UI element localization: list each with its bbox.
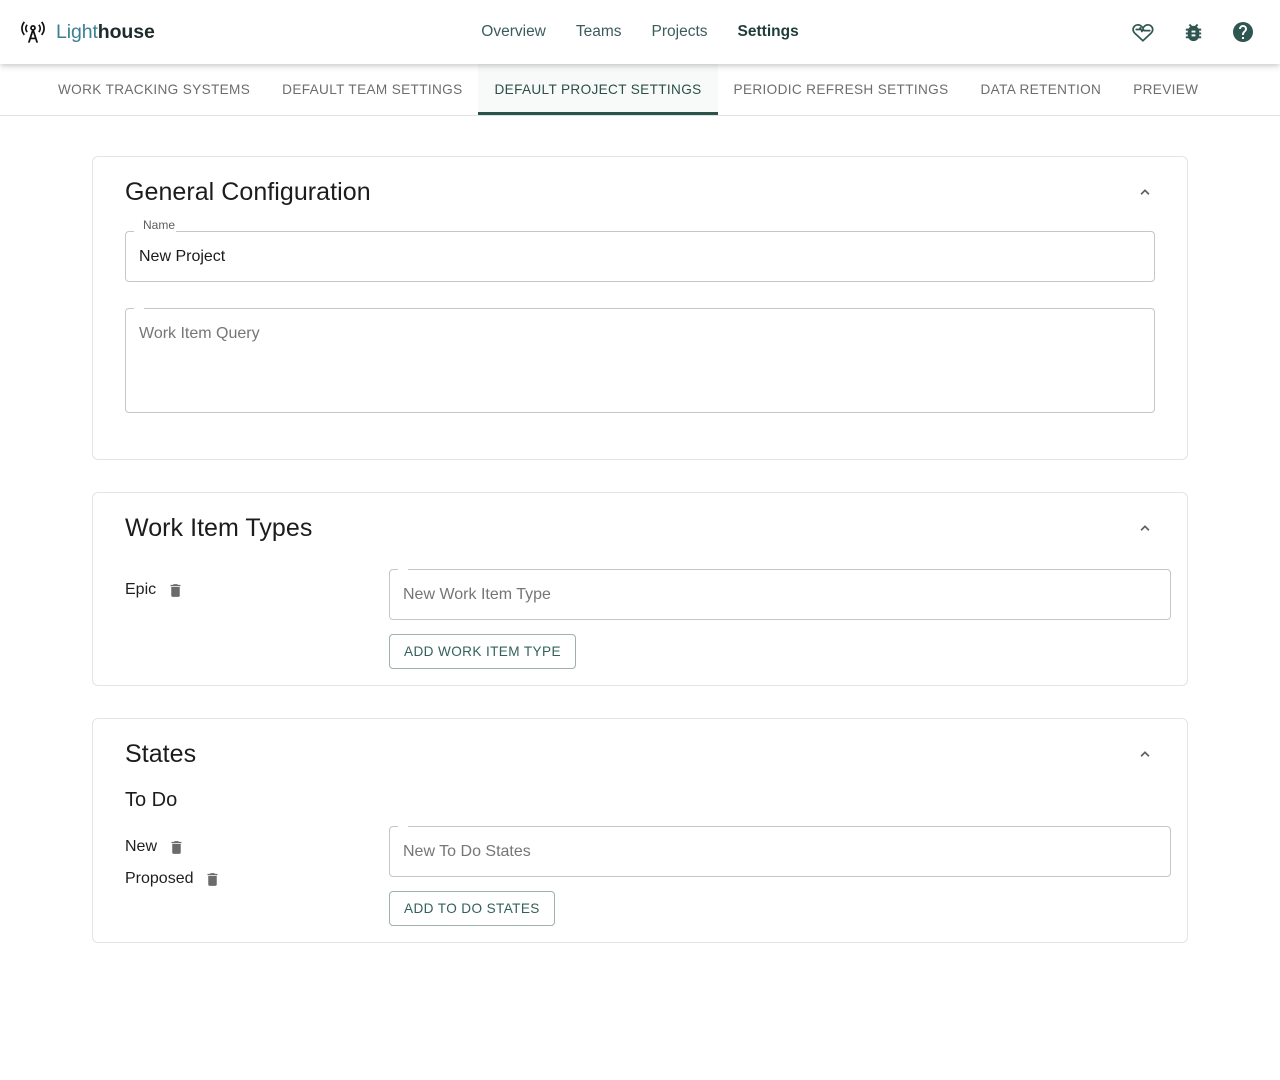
tab-preview[interactable]: PREVIEW — [1117, 64, 1214, 115]
add-work-item-type-button[interactable]: ADD WORK ITEM TYPE — [389, 634, 576, 669]
new-todo-states-input[interactable] — [389, 826, 1171, 877]
work-item-query-field[interactable] — [125, 308, 1155, 413]
list-item: Proposed — [125, 870, 381, 888]
app-header: Lighthouse Overview Teams Projects Setti… — [0, 0, 1280, 64]
delete-icon[interactable] — [166, 581, 184, 599]
add-todo-states-button[interactable]: ADD TO DO STATES — [389, 891, 555, 926]
main-nav: Overview Teams Projects Settings — [0, 19, 1280, 45]
work-item-types-body: Epic ADD WORK ITEM TYPE — [109, 555, 1171, 669]
chevron-up-icon[interactable] — [1125, 734, 1165, 774]
sponsor-icon[interactable] — [1130, 19, 1156, 45]
tab-work-tracking-systems[interactable]: WORK TRACKING SYSTEMS — [42, 64, 266, 115]
header-actions — [1130, 19, 1256, 45]
list-item: Epic — [125, 581, 381, 599]
work-item-types-list: Epic — [109, 569, 381, 599]
nav-item-overview[interactable]: Overview — [479, 19, 548, 45]
project-name-input[interactable] — [125, 231, 1155, 282]
states-todo-body: New Proposed New To Do States ADD TO DO … — [109, 812, 1171, 926]
content-container: General Configuration Name Name — [92, 156, 1188, 943]
new-todo-states-field[interactable] — [389, 826, 1171, 877]
tab-periodic-refresh-settings[interactable]: PERIODIC REFRESH SETTINGS — [718, 64, 965, 115]
project-name-field[interactable]: Name Name — [125, 218, 1155, 282]
chevron-up-icon[interactable] — [1125, 172, 1165, 212]
work-item-types-title: Work Item Types — [125, 513, 313, 542]
project-name-label: Name — [143, 218, 176, 232]
broadcast-tower-icon — [20, 19, 46, 45]
states-header[interactable]: States — [109, 719, 1171, 781]
brand-title: Lighthouse — [56, 21, 155, 44]
work-item-types-controls: ADD WORK ITEM TYPE — [389, 569, 1171, 669]
brand-title-light: Light — [56, 20, 98, 43]
tabs-list: WORK TRACKING SYSTEMS DEFAULT TEAM SETTI… — [42, 64, 1214, 115]
tab-data-retention[interactable]: DATA RETENTION — [965, 64, 1118, 115]
states-card: States To Do New Proposed New To Do Stat… — [92, 718, 1188, 943]
bug-icon[interactable] — [1180, 19, 1206, 45]
state-label-new: New — [125, 838, 158, 855]
general-configuration-header[interactable]: General Configuration — [109, 157, 1171, 219]
delete-icon[interactable] — [204, 870, 222, 888]
brand[interactable]: Lighthouse — [20, 19, 155, 45]
tab-default-team-settings[interactable]: DEFAULT TEAM SETTINGS — [266, 64, 478, 115]
nav-item-projects[interactable]: Projects — [650, 19, 710, 45]
settings-tabs: WORK TRACKING SYSTEMS DEFAULT TEAM SETTI… — [0, 64, 1280, 116]
states-group-title-todo: To Do — [125, 789, 178, 811]
work-item-types-header[interactable]: Work Item Types — [109, 493, 1171, 555]
work-item-types-card: Work Item Types Epic New Work Item Type … — [92, 492, 1188, 686]
general-configuration-card: General Configuration Name Name — [92, 156, 1188, 460]
chevron-up-icon[interactable] — [1125, 508, 1165, 548]
brand-title-house: house — [97, 20, 155, 43]
state-label-proposed: Proposed — [125, 870, 194, 887]
tab-default-project-settings[interactable]: DEFAULT PROJECT SETTINGS — [478, 64, 718, 115]
states-todo-list: New Proposed — [109, 826, 381, 888]
general-configuration-title: General Configuration — [125, 177, 371, 206]
work-item-type-label: Epic — [125, 581, 157, 598]
new-work-item-type-field[interactable] — [389, 569, 1171, 620]
new-work-item-type-input[interactable] — [389, 569, 1171, 620]
help-icon[interactable] — [1230, 19, 1256, 45]
states-todo-controls: ADD TO DO STATES — [389, 826, 1171, 926]
general-configuration-body: Name Name — [109, 218, 1171, 443]
nav-item-teams[interactable]: Teams — [574, 19, 624, 45]
states-title: States — [125, 739, 197, 768]
work-item-query-input[interactable] — [125, 308, 1155, 413]
delete-icon[interactable] — [167, 838, 185, 856]
list-item: New — [125, 838, 381, 856]
nav-item-settings[interactable]: Settings — [736, 19, 801, 45]
settings-content: General Configuration Name Name — [0, 116, 1280, 1080]
